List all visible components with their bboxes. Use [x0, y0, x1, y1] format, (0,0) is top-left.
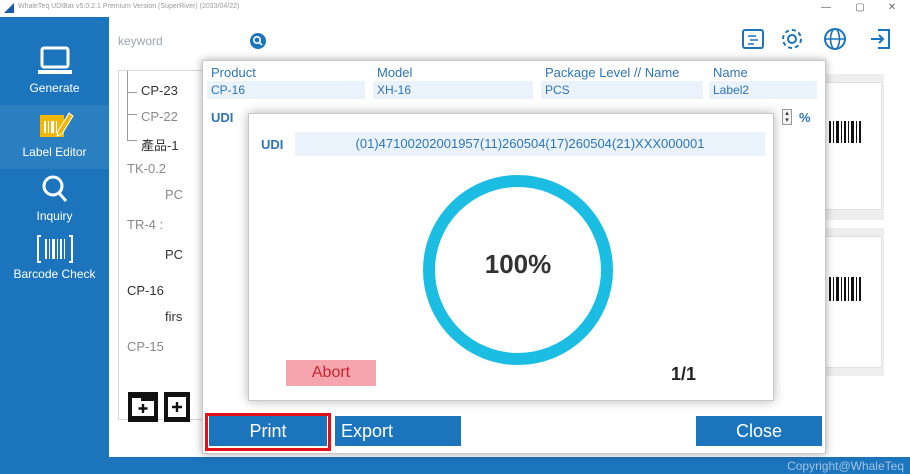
search-input[interactable] [116, 29, 266, 53]
progress-dialog: UDI (01)47100202001957(11)260504(17)2605… [248, 113, 774, 401]
add-folder-icon[interactable] [128, 392, 158, 422]
copyright-text: Copyright@WhaleTeq [787, 459, 904, 473]
percent-sign: % [799, 110, 811, 125]
tree-item[interactable]: PC [165, 247, 183, 262]
udi-label: UDI [211, 110, 234, 125]
nav-inquiry-label: Inquiry [36, 209, 73, 223]
tree-item[interactable]: TR-4 : [127, 217, 163, 232]
name-value: Label2 [709, 81, 817, 99]
barcode-scan-icon [37, 235, 73, 263]
title-bar: WhaleTeq UDIBar v5.0.2.1 Premium Version… [0, 0, 910, 17]
search-icon[interactable] [250, 33, 266, 49]
tree-item[interactable]: TK-0.2 [127, 161, 166, 176]
sidebar: Generate Label Editor Inquiry Barcode Ch… [0, 17, 109, 474]
window-title: WhaleTeq UDIBar v5.0.2.1 Premium Version… [18, 3, 240, 10]
package-level-value: PCS [541, 81, 703, 99]
app-logo-icon [4, 3, 14, 13]
search-bar [116, 29, 266, 53]
name-label: Name [713, 65, 748, 80]
nav-label-editor-label: Label Editor [22, 145, 87, 159]
globe-icon[interactable] [822, 26, 848, 52]
barcode-icon [829, 121, 861, 143]
progress-udi-label: UDI [261, 137, 284, 152]
close-button[interactable]: Close [696, 416, 822, 446]
progress-percent: 100% [484, 249, 552, 279]
close-window-button[interactable]: ✕ [878, 1, 906, 15]
tree-item[interactable]: PC [165, 187, 183, 202]
progress-udi-value: (01)47100202001957(11)260504(17)260504(2… [295, 132, 765, 156]
footer: Copyright@WhaleTeq [109, 457, 910, 474]
print-button[interactable]: Print [209, 416, 327, 446]
label-preview-card[interactable] [822, 82, 882, 210]
tree-item[interactable]: firs [165, 309, 182, 324]
logout-icon[interactable] [868, 26, 894, 52]
label-preview-card[interactable] [822, 236, 882, 368]
tree-item[interactable]: CP-23 [141, 83, 178, 98]
nav-barcode-check[interactable]: Barcode Check [0, 229, 109, 293]
model-value: XH-16 [373, 81, 533, 99]
tree-item[interactable]: 產品-1 [141, 135, 179, 154]
tree-connector [127, 115, 137, 141]
magnifier-icon [42, 175, 68, 202]
progress-count: 1/1 [671, 364, 697, 384]
gear-icon[interactable] [779, 26, 805, 52]
tree-connector [127, 93, 137, 115]
minimize-button[interactable]: — [812, 1, 840, 15]
zoom-stepper[interactable]: ▴ ▾ [782, 109, 792, 125]
nav-inquiry[interactable]: Inquiry [0, 169, 109, 233]
nav-generate-label: Generate [29, 81, 80, 95]
nav-barcode-check-label: Barcode Check [13, 267, 96, 281]
export-button[interactable]: Export [335, 416, 461, 446]
product-value: CP-16 [207, 81, 365, 99]
nav-generate[interactable]: Generate [0, 41, 109, 105]
product-label: Product [211, 65, 256, 80]
barcode-icon [829, 277, 861, 301]
laptop-icon [38, 46, 72, 74]
tree-connector [127, 71, 137, 93]
label-edit-icon [40, 112, 74, 137]
abort-button[interactable]: Abort [286, 360, 376, 386]
package-level-label: Package Level // Name [545, 65, 680, 80]
maximize-button[interactable]: ▢ [846, 1, 874, 15]
model-label: Model [377, 65, 413, 80]
tree-item[interactable]: CP-22 [141, 109, 178, 124]
tree-item[interactable]: CP-15 [127, 339, 164, 354]
tree-item[interactable]: CP-16 [127, 283, 164, 298]
add-item-icon[interactable] [164, 392, 190, 422]
import-icon[interactable] [740, 26, 766, 52]
nav-label-editor[interactable]: Label Editor [0, 105, 109, 169]
